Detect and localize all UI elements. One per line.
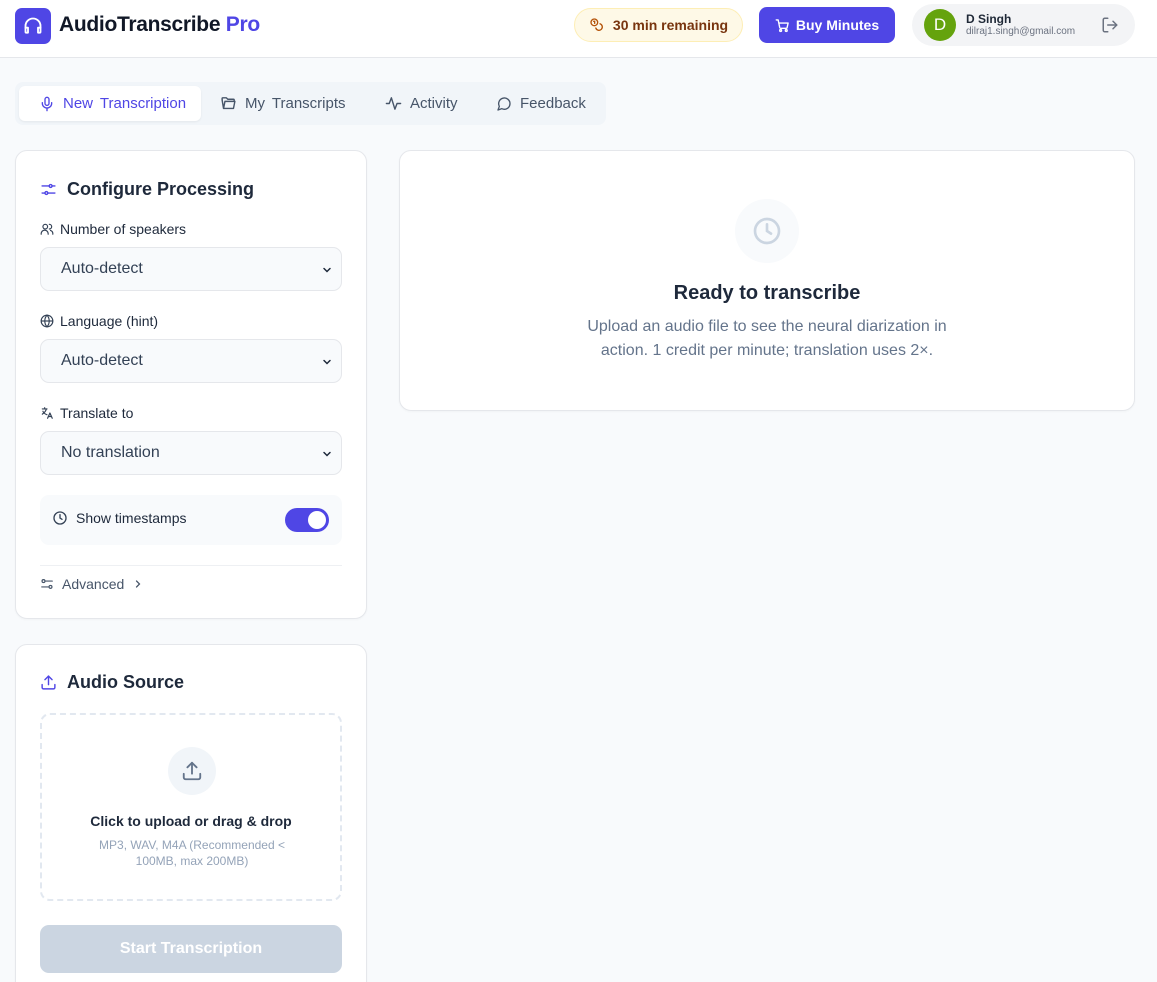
tab-label: Activity: [410, 95, 458, 112]
user-profile[interactable]: D D Singh dilraj1.singh@gmail.com: [912, 4, 1135, 46]
divider: [40, 565, 342, 566]
upload-hint: MP3, WAV, M4A (Recommended < 100MB, max …: [99, 838, 285, 868]
start-transcription-button[interactable]: Start Transcription: [40, 925, 342, 973]
tab-new-transcription[interactable]: New Transcription: [19, 86, 201, 121]
tab-feedback[interactable]: Feedback: [496, 86, 601, 121]
avatar: D: [924, 9, 956, 41]
settings-sliders-icon: [41, 579, 53, 589]
user-email: dilraj1.singh@gmail.com: [966, 26, 1076, 37]
main-tabs: New Transcription My Transcripts Activit…: [15, 82, 606, 125]
buy-minutes-label: Buy Minutes: [795, 17, 880, 33]
language-select-value: Auto-detect: [61, 352, 143, 369]
upload-title: Click to upload or drag & drop: [90, 813, 292, 829]
message-circle-icon: [497, 96, 511, 111]
logout-icon[interactable]: [1101, 16, 1119, 34]
globe-icon: [40, 314, 54, 328]
upload-icon: [41, 675, 56, 690]
chevron-down-icon: [323, 359, 331, 365]
sliders-icon: [41, 183, 56, 196]
credits-remaining-badge: 30 min remaining: [574, 8, 743, 42]
configure-title-text: Configure Processing: [67, 179, 255, 199]
brand-suffix: Pro: [225, 13, 260, 36]
users-icon: [40, 223, 54, 235]
result-card: Ready to transcribe Upload an audio file…: [399, 150, 1135, 411]
advanced-label: Advanced: [62, 576, 125, 592]
languages-icon: [41, 407, 53, 419]
timestamps-label-text: Show timestamps: [76, 510, 187, 526]
app-header: AudioTranscribe Pro 30 min remaining Buy…: [0, 0, 1157, 58]
chevron-down-icon: [323, 451, 331, 457]
ready-description: Upload an audio file to see the neural d…: [587, 318, 947, 359]
speakers-select[interactable]: Auto-detect: [40, 247, 342, 291]
configure-title: Configure Processing: [40, 179, 254, 200]
tab-my-transcripts[interactable]: My Transcripts: [220, 86, 365, 121]
headphones-logo-icon: [15, 8, 51, 44]
audio-source-title-text: Audio Source: [67, 672, 185, 692]
activity-icon: [385, 97, 402, 110]
speakers-select-value: Auto-detect: [61, 260, 143, 277]
credits-remaining-text: 30 min remaining: [612, 17, 729, 33]
timestamps-label: Show timestamps: [52, 510, 186, 526]
folder-open-icon: [221, 97, 236, 110]
clock-icon: [53, 511, 67, 525]
buy-minutes-button[interactable]: Buy Minutes: [759, 7, 895, 43]
timestamps-row: Show timestamps: [40, 495, 342, 545]
translate-select-value: No translation: [61, 444, 160, 461]
shopping-cart-icon: [775, 18, 789, 32]
advanced-toggle[interactable]: Advanced: [40, 576, 144, 592]
language-select[interactable]: Auto-detect: [40, 339, 342, 383]
language-label: Language (hint): [40, 313, 158, 329]
upload-icon: [168, 747, 216, 795]
microphone-icon: [41, 96, 53, 111]
ready-title: Ready to transcribe: [673, 282, 861, 304]
language-label-text: Language (hint): [60, 313, 159, 329]
upload-dropzone[interactable]: Click to upload or drag & drop MP3, WAV,…: [40, 713, 342, 901]
translate-label-text: Translate to: [60, 405, 134, 421]
clock-icon: [735, 199, 799, 263]
audio-source-title: Audio Source: [40, 672, 184, 693]
chevron-down-icon: [323, 267, 331, 273]
speakers-label: Number of speakers: [40, 221, 186, 237]
audio-source-card: Audio Source Click to upload or drag & d…: [15, 644, 367, 982]
user-name: D Singh: [966, 12, 1012, 26]
configure-processing-card: Configure Processing Number of speakers …: [15, 150, 367, 619]
tab-label: My Transcripts: [245, 95, 346, 112]
tab-activity[interactable]: Activity: [385, 86, 480, 121]
coins-icon: [590, 18, 603, 31]
tab-label: Feedback: [520, 95, 586, 112]
toggle-knob: [308, 511, 326, 529]
translate-label: Translate to: [40, 405, 133, 421]
speakers-label-text: Number of speakers: [60, 221, 187, 237]
brand-title: AudioTranscribe Pro: [59, 12, 260, 38]
timestamps-toggle[interactable]: [285, 508, 329, 532]
tab-label: New Transcription: [63, 95, 187, 112]
chevron-right-icon: [136, 580, 141, 588]
translate-select[interactable]: No translation: [40, 431, 342, 475]
brand-name: AudioTranscribe: [59, 13, 221, 36]
